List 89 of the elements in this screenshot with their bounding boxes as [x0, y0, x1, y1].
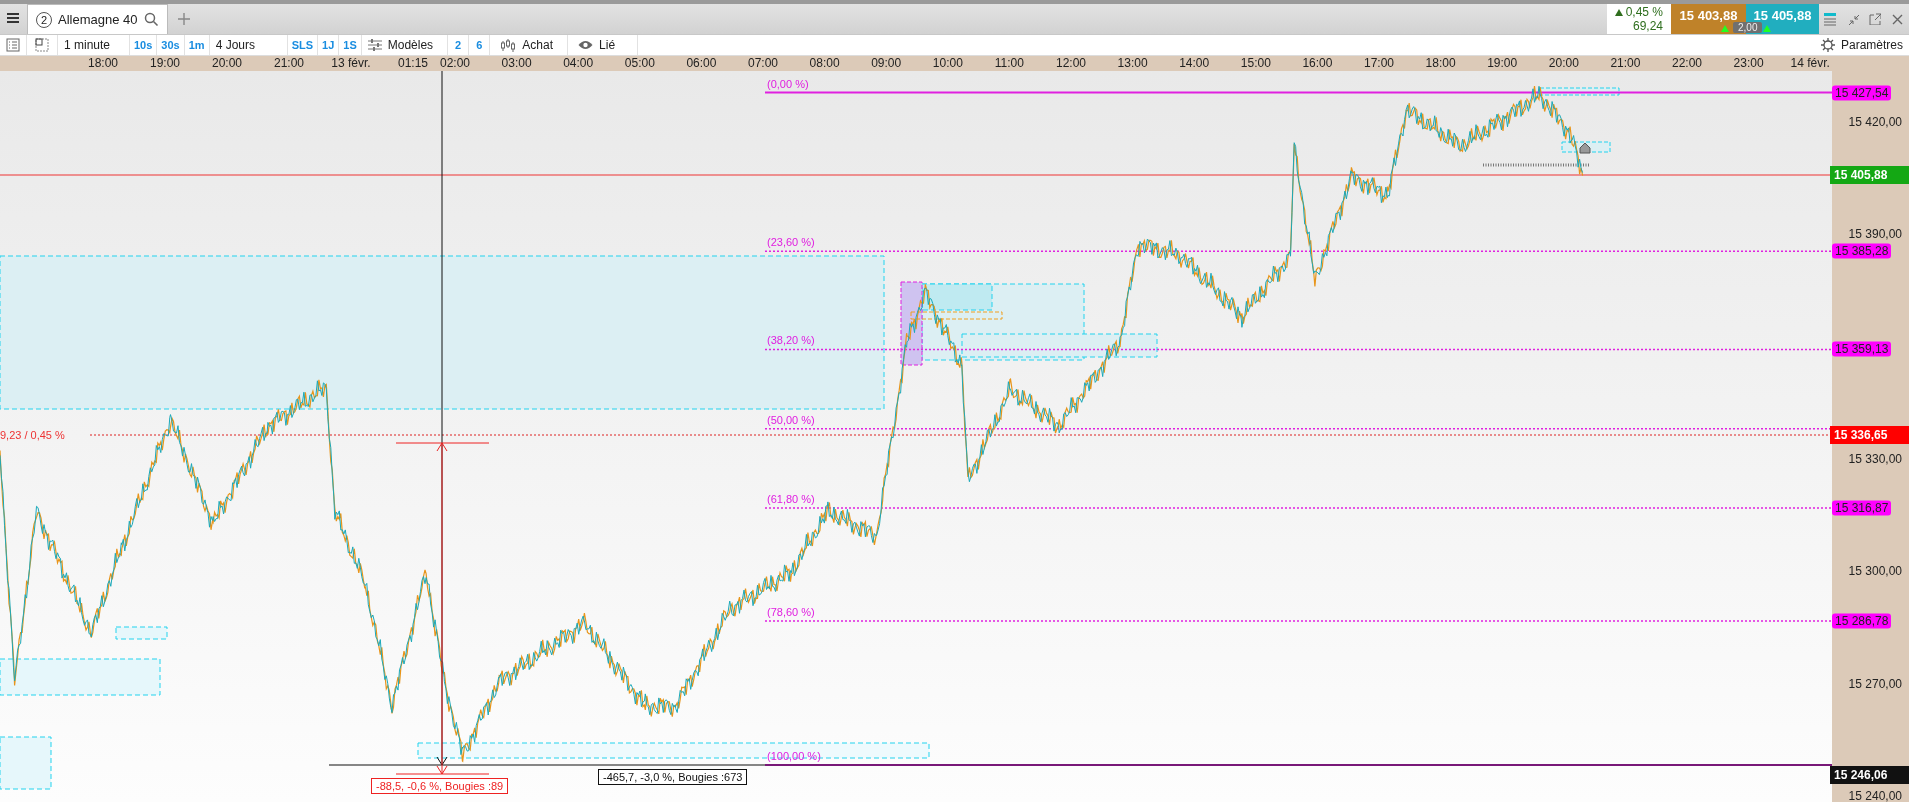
time-axis-label: 12:00: [1056, 56, 1086, 71]
layout-icon[interactable]: [35, 38, 49, 52]
sliders-icon: [367, 39, 382, 51]
measure-label: -88,5, -0,6 %, Bougies :89: [371, 778, 509, 794]
price-axis-label: 15 420,00: [1848, 115, 1902, 129]
templates-button[interactable]: Modèles: [361, 35, 449, 55]
period-shortcut[interactable]: 1J: [318, 35, 340, 55]
eye-icon: [578, 40, 594, 50]
time-axis-label: 16:00: [1302, 56, 1333, 71]
fibonacci-level-label: (78,60 %): [767, 606, 815, 619]
search-icon[interactable]: [143, 12, 159, 27]
time-axis-label: 19:00: [1487, 56, 1518, 71]
fibonacci-price-tag: 15 359,13: [1832, 341, 1892, 357]
price-axis-label: 15 330,00: [1848, 451, 1902, 466]
time-axis-label: 20:00: [1548, 56, 1579, 71]
measure-label: -465,7, -3,0 %, Bougies :673: [598, 769, 748, 785]
price-axis-label: 15 240,00: [1848, 788, 1902, 802]
fibonacci-price-tag: 15 286,78: [1832, 613, 1892, 629]
time-axis-label: 06:00: [686, 56, 717, 71]
fibonacci-level-label: (100,00 %): [767, 750, 821, 762]
time-axis-label: 19:00: [150, 56, 180, 71]
period-dropdown[interactable]: 4 Jours: [209, 35, 288, 55]
time-axis-label: 14 févr.: [1790, 56, 1830, 71]
fibonacci-price-tag: 15 385,28: [1832, 243, 1892, 259]
time-axis-label: 07:00: [748, 56, 778, 71]
fibonacci-level-label: (38,20 %): [767, 334, 815, 347]
settings-button[interactable]: Paramètres: [1814, 35, 1909, 55]
time-axis-label: 10:00: [932, 56, 963, 71]
price-axis-label: 15 300,00: [1848, 564, 1902, 579]
tab-label: Allemagne 40: [58, 12, 138, 27]
period-shortcut[interactable]: 1S: [339, 35, 362, 55]
layout-shortcut[interactable]: 6: [469, 35, 491, 55]
zone-rectangle: [115, 626, 168, 640]
settings-icon: [1820, 38, 1835, 52]
change-points: 69,24: [1632, 19, 1663, 33]
fibonacci-price-tag: 15 316,87: [1832, 500, 1892, 516]
time-axis-label: 22:00: [1672, 56, 1702, 71]
last-price-tag: 15 405,88: [1830, 166, 1909, 184]
chart-tab[interactable]: 2 Allemagne 40: [27, 4, 168, 34]
fibonacci-level-label: (23,60 %): [767, 236, 815, 249]
time-axis-label: 17:00: [1364, 56, 1394, 71]
menu-icon[interactable]: [5, 11, 21, 25]
time-axis-label: 18:00: [1425, 56, 1456, 71]
time-axis-label: 15:00: [1240, 56, 1271, 71]
time-axis-label: 21:00: [1610, 56, 1641, 71]
up-triangle-icon: [1721, 25, 1729, 32]
time-axis-label: 01:15: [398, 56, 428, 71]
period-shortcut[interactable]: SLS: [287, 35, 319, 55]
time-axis-label: 18:00: [88, 56, 118, 71]
close-icon[interactable]: [1891, 13, 1903, 25]
low-price-tag: 15 246,06: [1830, 766, 1909, 784]
minimize-icon[interactable]: [1847, 13, 1859, 25]
interval-shortcut[interactable]: 30s: [157, 35, 185, 55]
price-axis-label: 15 390,00: [1848, 227, 1902, 242]
time-axis-label: 13 févr.: [331, 56, 371, 71]
time-axis-label: 23:00: [1733, 56, 1764, 71]
fibonacci-level-label: (61,80 %): [767, 493, 815, 506]
fibonacci-level-label: (50,00 %): [767, 413, 815, 426]
alert-icon: [1579, 142, 1591, 154]
interval-shortcut[interactable]: 10s: [130, 35, 158, 55]
popout-icon[interactable]: [1869, 13, 1881, 25]
up-triangle-icon: [1763, 25, 1771, 32]
time-axis-label: 14:00: [1179, 56, 1210, 71]
interval-shortcut[interactable]: 1m: [184, 35, 210, 55]
time-axis-label: 09:00: [871, 56, 902, 71]
layout-shortcut[interactable]: 2: [448, 35, 470, 55]
reference-line-label: 9,23 / 0,45 %: [0, 429, 65, 441]
time-axis-label: 04:00: [563, 56, 594, 71]
time-axis-label: 03:00: [501, 56, 532, 71]
fibonacci-price-tag: 15 427,54: [1832, 85, 1892, 100]
time-axis-label: 02:00: [440, 56, 470, 71]
candles-icon: [500, 38, 517, 52]
spread-badge: 2,00: [1733, 22, 1763, 33]
reference-price-tag: 15 336,65: [1830, 426, 1909, 444]
fibonacci-level-label: (0,00 %): [767, 77, 809, 90]
order-button[interactable]: Achat: [490, 35, 569, 55]
time-axis-label: 08:00: [809, 56, 840, 71]
time-axis-label: 11:00: [994, 56, 1024, 71]
change-percent: 0,45 %: [1625, 5, 1663, 19]
time-axis-label: 20:00: [212, 56, 242, 71]
time-axis-label: 21:00: [274, 56, 304, 71]
add-tab-icon[interactable]: [177, 13, 190, 25]
list-icon[interactable]: [6, 38, 20, 52]
up-triangle-icon: [1614, 8, 1623, 16]
time-axis-label: 13:00: [1117, 56, 1148, 71]
time-axis-label: 05:00: [624, 56, 655, 71]
link-button[interactable]: Lié: [568, 35, 639, 55]
interval-dropdown[interactable]: 1 minute: [58, 35, 130, 55]
price-axis-label: 15 270,00: [1848, 676, 1902, 691]
